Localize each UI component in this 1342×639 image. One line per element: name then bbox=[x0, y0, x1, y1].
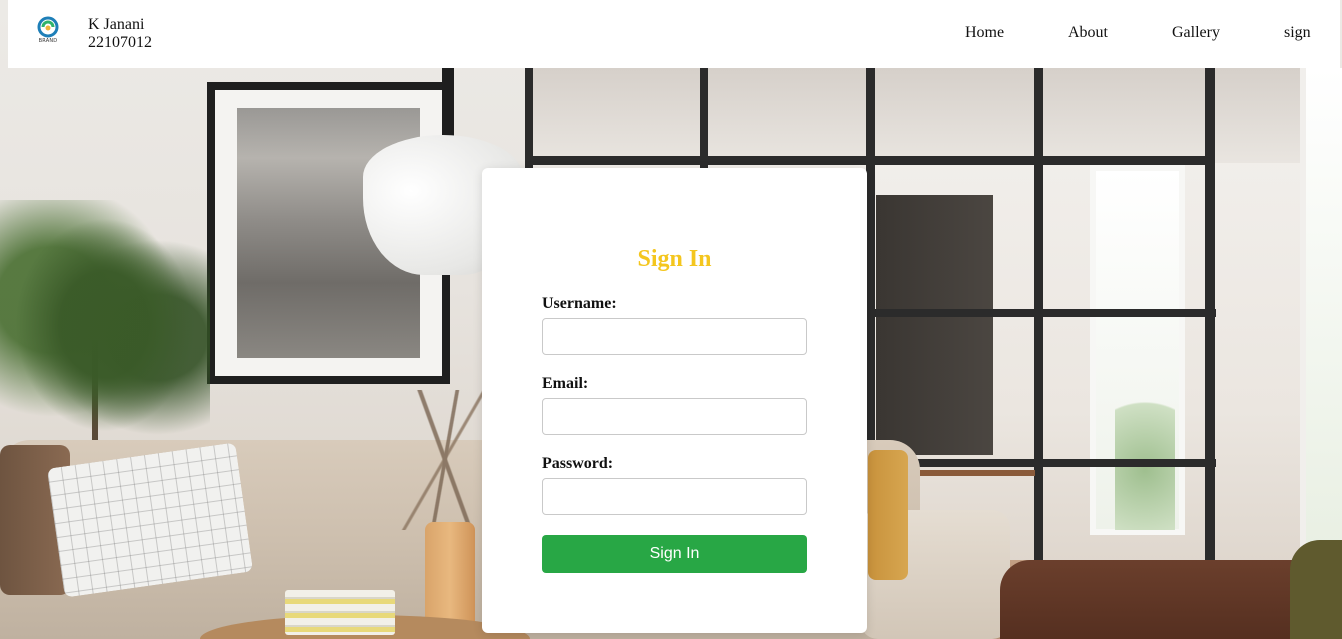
potted-plant bbox=[0, 200, 210, 450]
main-nav: Home About Gallery sign bbox=[8, 24, 1340, 44]
username-input[interactable] bbox=[542, 318, 807, 355]
signin-card: Sign In Username: Email: Password: Sign … bbox=[482, 168, 867, 633]
signin-title: Sign In bbox=[637, 246, 712, 272]
nav-gallery-link[interactable]: Gallery bbox=[1172, 24, 1220, 42]
nav-sign-link[interactable]: sign bbox=[1284, 24, 1311, 42]
glass-partition-frame bbox=[700, 68, 708, 168]
email-label: Email: bbox=[542, 375, 589, 392]
vase bbox=[425, 522, 475, 627]
glass-partition-frame bbox=[1034, 68, 1043, 628]
checked-pillow bbox=[46, 442, 254, 598]
password-input[interactable] bbox=[542, 478, 807, 515]
glass-partition-frame bbox=[525, 156, 1215, 165]
nav-home-link[interactable]: Home bbox=[965, 24, 1004, 42]
password-label: Password: bbox=[542, 455, 614, 472]
outdoor-greenery bbox=[1115, 380, 1175, 530]
top-header: BRAND K Janani 22107012 Home About Galle… bbox=[8, 0, 1340, 68]
mustard-pillow bbox=[868, 450, 908, 580]
glass-partition-frame bbox=[866, 309, 1216, 317]
ceiling bbox=[525, 68, 1342, 163]
olive-armchair bbox=[1290, 540, 1342, 639]
dark-doorway bbox=[876, 195, 993, 455]
window-edge bbox=[1300, 68, 1342, 568]
signin-submit-button[interactable]: Sign In bbox=[542, 535, 807, 573]
book-stack bbox=[285, 590, 395, 635]
glass-partition-frame bbox=[1205, 68, 1215, 568]
dried-branches bbox=[395, 390, 495, 530]
nav-about-link[interactable]: About bbox=[1068, 24, 1108, 42]
username-label: Username: bbox=[542, 295, 617, 312]
email-input[interactable] bbox=[542, 398, 807, 435]
